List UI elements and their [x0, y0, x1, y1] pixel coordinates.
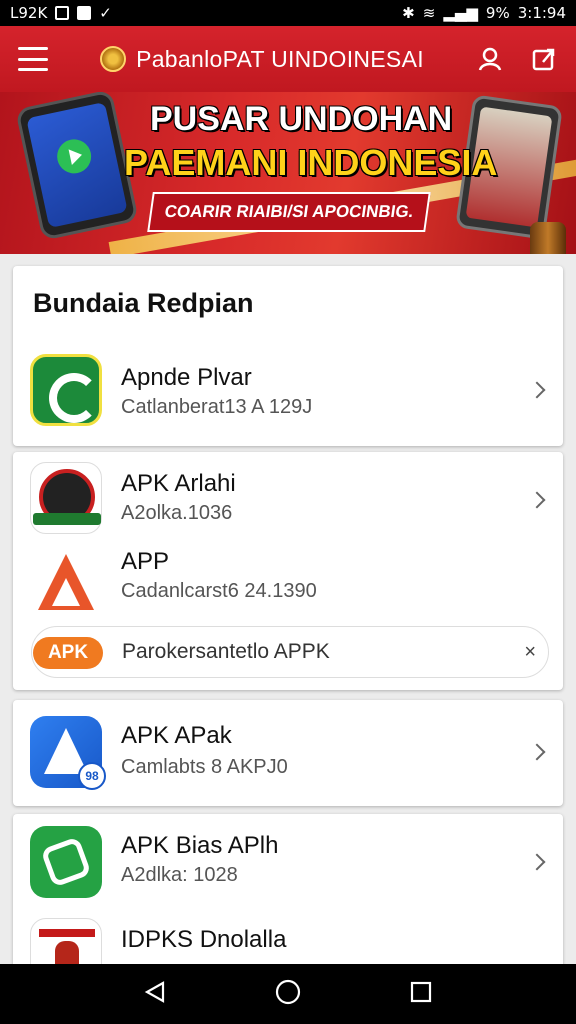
phone-illustration-left [15, 92, 139, 241]
list-item[interactable]: 98 APK APak Camlabts 8 AKPJ0 [13, 704, 563, 800]
home-button[interactable] [274, 978, 302, 1011]
app-list-card: APK Arlahi A2olka.1036 APP Cadanlcarst6 … [13, 452, 563, 690]
list-item[interactable]: Apnde Plvar Catlanberat13 A 129J [13, 342, 563, 438]
item-name: APK APak [121, 722, 232, 749]
apk-badge: APK [33, 637, 103, 669]
item-name: APP [121, 548, 170, 575]
system-navigation-bar [0, 964, 576, 1024]
green-c-app-icon [30, 354, 102, 426]
bottle-illustration [530, 222, 566, 254]
recents-button[interactable] [409, 980, 433, 1009]
chevron-right-icon [528, 491, 546, 509]
garuda-emblem-icon [100, 46, 127, 72]
item-name: APK Bias APlh [121, 832, 279, 859]
app-title: PabanloPAT UINDOINESAI [136, 45, 424, 72]
item-subtitle: Cadanlcarst6 24.1390 [121, 580, 317, 602]
section-title: Bundaia Redpian [33, 288, 254, 318]
roulette-app-icon [30, 462, 102, 534]
blue-a-app-icon: 98 [30, 716, 106, 790]
red-a-app-icon [30, 546, 102, 618]
chevron-right-icon [528, 743, 546, 761]
chevron-right-icon [528, 381, 546, 399]
item-subtitle: Catlanberat13 A 129J [121, 396, 313, 418]
app-card: APK Bias APlh A2dlka: 1028 IDPKS Dnolall… [13, 814, 563, 990]
promo-text: Parokersantetlo APPK [122, 640, 330, 663]
notification-icon [55, 6, 70, 20]
chevron-right-icon [528, 853, 546, 871]
status-bar: L92K ✓ ✱ ≋ ▂▄▆ 9% 3:1:94 [0, 0, 576, 26]
banner-headline-1: PUSAR UNDOHAN [150, 100, 453, 138]
featured-card: Bundaia Redpian Apnde Plvar Catlanberat1… [13, 266, 563, 446]
signal-icon: ▂▄▆ [443, 4, 478, 22]
item-subtitle: A2dlka: 1028 [121, 864, 238, 886]
bluetooth-icon: ✱ [402, 4, 415, 22]
image-notification-icon [77, 6, 92, 20]
share-icon[interactable] [530, 45, 558, 73]
back-button[interactable] [143, 980, 167, 1009]
close-icon[interactable]: × [524, 641, 536, 664]
carrier-text: L92K [10, 4, 48, 22]
wifi-icon: ≋ [422, 4, 436, 22]
item-subtitle: Camlabts 8 AKPJ0 [121, 756, 288, 778]
item-name: Apnde Plvar [121, 364, 252, 391]
banner-headline-2: PAEMANI INDONESIA [124, 142, 498, 183]
battery-text: 9% [485, 4, 510, 22]
apk-promo-row[interactable]: APK Parokersantetlo APPK × [31, 626, 549, 678]
account-icon[interactable] [476, 45, 504, 73]
time-text: 3:1:94 [517, 4, 566, 22]
hamburger-menu-icon[interactable] [18, 47, 48, 71]
item-name: APK Arlahi [121, 470, 236, 497]
item-name: IDPKS Dnolalla [121, 926, 287, 953]
app-card: 98 APK APak Camlabts 8 AKPJ0 [13, 700, 563, 806]
list-item[interactable]: APP Cadanlcarst6 24.1390 [13, 534, 563, 630]
promo-banner[interactable]: PUSAR UNDOHAN PAEMANI INDONESIA COARIR R… [0, 92, 576, 254]
item-subtitle: A2olka.1036 [121, 502, 233, 524]
list-item[interactable]: APK Bias APlh A2dlka: 1028 [13, 814, 563, 910]
vpn-icon: ✓ [99, 4, 112, 22]
app-bar: PabanloPAT UINDOINESAI [0, 26, 576, 92]
green-arrow-app-icon [30, 826, 102, 898]
banner-subtitle: COARIR RIAIBI/SI APOCINBIG. [147, 192, 431, 232]
